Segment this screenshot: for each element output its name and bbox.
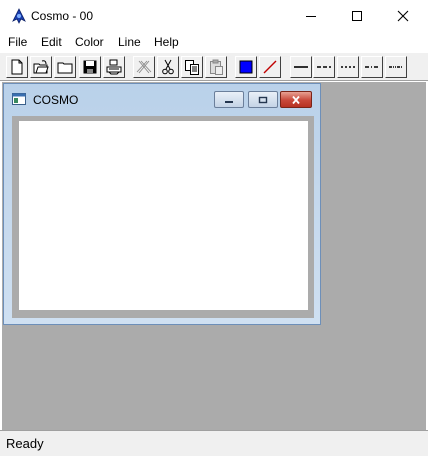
menu-help[interactable]: Help [154, 35, 179, 49]
document-window-icon [12, 93, 26, 105]
child-window-title: COSMO [33, 93, 79, 107]
menu-edit[interactable]: Edit [41, 35, 62, 49]
status-text: Ready [6, 436, 44, 451]
paste-button[interactable] [205, 56, 227, 78]
new-file-icon [11, 59, 23, 75]
toolbar [0, 53, 428, 81]
child-client-frame [12, 116, 314, 318]
open-folder-button[interactable] [54, 56, 76, 78]
close-button[interactable] [380, 0, 426, 32]
line-dash-icon [317, 66, 331, 68]
line-color-icon [263, 60, 277, 74]
maximize-icon [352, 11, 362, 21]
new-button[interactable] [6, 56, 28, 78]
open-folder-icon [57, 62, 73, 74]
line-dot-button[interactable] [337, 56, 359, 78]
menu-color[interactable]: Color [75, 35, 104, 49]
window-title: Cosmo - 00 [31, 9, 94, 23]
line-dashdotdot-button[interactable] [385, 56, 407, 78]
minimize-icon [306, 16, 316, 17]
child-close-button[interactable] [280, 91, 312, 108]
restore-icon [258, 96, 268, 103]
save-button[interactable] [79, 56, 101, 78]
child-window[interactable]: COSMO [3, 83, 321, 325]
copy-icon [185, 60, 199, 75]
maximize-button[interactable] [334, 0, 380, 32]
cut-button[interactable] [157, 56, 179, 78]
line-color-button[interactable] [259, 56, 281, 78]
paste-icon [210, 59, 223, 75]
copy-button[interactable] [181, 56, 203, 78]
line-dashdot-button[interactable] [361, 56, 383, 78]
status-bar: Ready [0, 430, 428, 456]
save-icon [83, 60, 97, 74]
child-restore-button[interactable] [248, 91, 278, 108]
open-button[interactable] [30, 56, 52, 78]
cut-disabled-icon [136, 60, 152, 74]
scissors-icon [162, 59, 174, 75]
open-file-icon [33, 60, 49, 74]
line-dashdot-icon [365, 66, 379, 68]
line-solid-icon [294, 66, 308, 68]
menu-bar: File Edit Color Line Help [0, 33, 428, 52]
line-dash-button[interactable] [313, 56, 335, 78]
menu-file[interactable]: File [8, 35, 27, 49]
print-button[interactable] [103, 56, 125, 78]
cut-disabled-button[interactable] [133, 56, 155, 78]
color-blue-icon [239, 60, 253, 74]
minimize-icon [225, 100, 233, 103]
print-icon [106, 59, 122, 75]
line-solid-button[interactable] [290, 56, 312, 78]
title-bar: Cosmo - 00 [0, 0, 428, 32]
close-icon [292, 95, 300, 104]
drawing-canvas[interactable] [19, 121, 308, 310]
close-icon [397, 10, 409, 22]
menu-line[interactable]: Line [118, 35, 141, 49]
line-dot-icon [341, 66, 355, 68]
minimize-button[interactable] [288, 0, 334, 32]
cosmo-app-icon [12, 8, 26, 24]
child-minimize-button[interactable] [214, 91, 244, 108]
line-dashdotdot-icon [389, 66, 403, 68]
fill-color-button[interactable] [235, 56, 257, 78]
